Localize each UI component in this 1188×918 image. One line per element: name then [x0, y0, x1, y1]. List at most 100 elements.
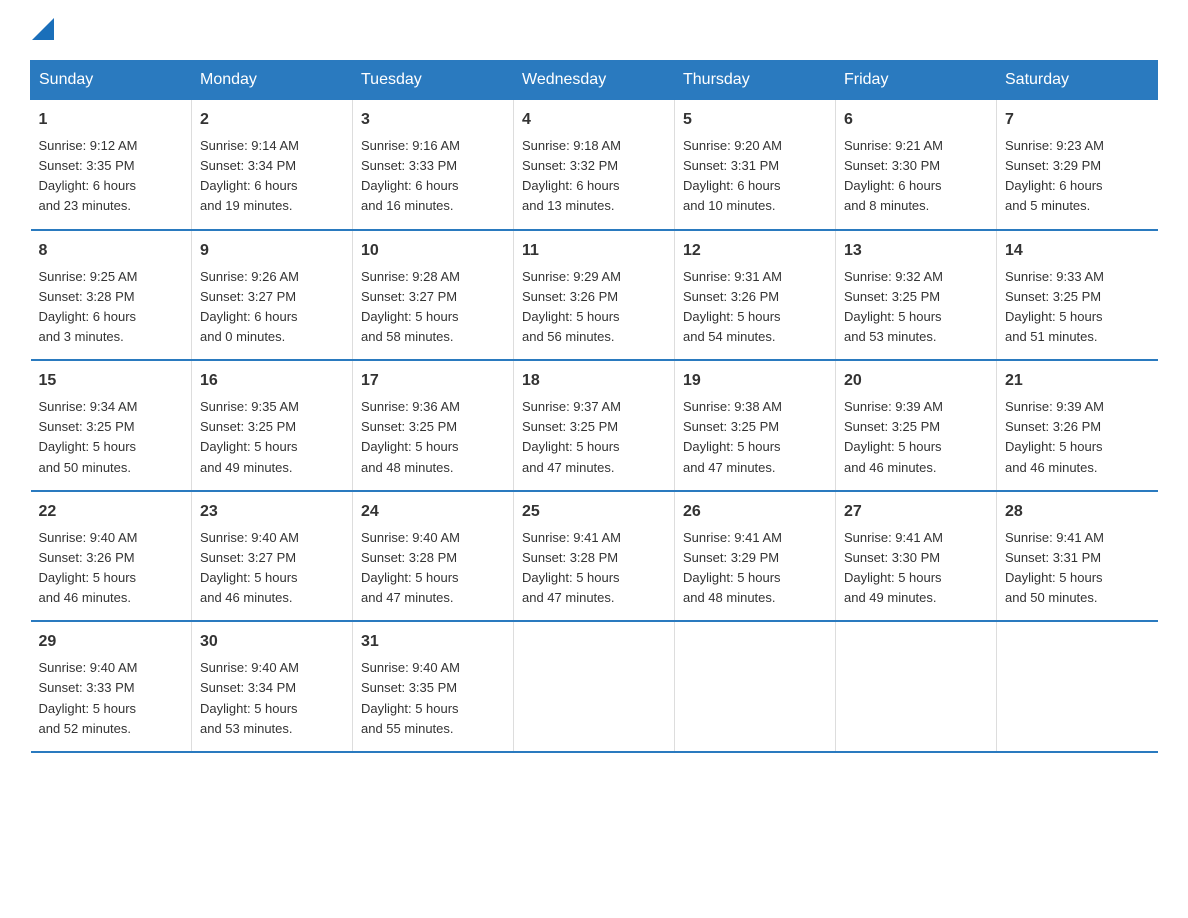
calendar-cell: 8 Sunrise: 9:25 AMSunset: 3:28 PMDaylight…: [31, 230, 192, 361]
day-info: Sunrise: 9:18 AMSunset: 3:32 PMDaylight:…: [522, 138, 621, 213]
calendar-cell: 10 Sunrise: 9:28 AMSunset: 3:27 PMDayligh…: [353, 230, 514, 361]
weekday-header-thursday: Thursday: [675, 61, 836, 100]
calendar-cell: 16 Sunrise: 9:35 AMSunset: 3:25 PMDayligh…: [192, 360, 353, 491]
day-info: Sunrise: 9:40 AMSunset: 3:35 PMDaylight:…: [361, 660, 460, 735]
day-info: Sunrise: 9:39 AMSunset: 3:26 PMDaylight:…: [1005, 399, 1104, 474]
weekday-header-sunday: Sunday: [31, 61, 192, 100]
calendar-cell: 25 Sunrise: 9:41 AMSunset: 3:28 PMDayligh…: [514, 491, 675, 622]
day-number: 13: [844, 239, 988, 263]
weekday-header-friday: Friday: [836, 61, 997, 100]
day-info: Sunrise: 9:36 AMSunset: 3:25 PMDaylight:…: [361, 399, 460, 474]
day-number: 27: [844, 500, 988, 524]
day-info: Sunrise: 9:34 AMSunset: 3:25 PMDaylight:…: [39, 399, 138, 474]
day-info: Sunrise: 9:40 AMSunset: 3:27 PMDaylight:…: [200, 530, 299, 605]
weekday-header-saturday: Saturday: [997, 61, 1158, 100]
day-number: 24: [361, 500, 505, 524]
calendar-week-row: 29 Sunrise: 9:40 AMSunset: 3:33 PMDayligh…: [31, 621, 1158, 752]
calendar-cell: 2Sunrise: 9:14 AMSunset: 3:34 PMDaylight…: [192, 100, 353, 230]
day-number: 25: [522, 500, 666, 524]
calendar-cell: 24 Sunrise: 9:40 AMSunset: 3:28 PMDayligh…: [353, 491, 514, 622]
calendar-cell: 27 Sunrise: 9:41 AMSunset: 3:30 PMDayligh…: [836, 491, 997, 622]
day-info: Sunrise: 9:40 AMSunset: 3:26 PMDaylight:…: [39, 530, 138, 605]
calendar-cell: 19 Sunrise: 9:38 AMSunset: 3:25 PMDayligh…: [675, 360, 836, 491]
day-info: Sunrise: 9:41 AMSunset: 3:28 PMDaylight:…: [522, 530, 621, 605]
calendar-cell: 18 Sunrise: 9:37 AMSunset: 3:25 PMDayligh…: [514, 360, 675, 491]
weekday-header-tuesday: Tuesday: [353, 61, 514, 100]
day-number: 4: [522, 108, 666, 132]
day-info: Sunrise: 9:41 AMSunset: 3:30 PMDaylight:…: [844, 530, 943, 605]
day-info: Sunrise: 9:40 AMSunset: 3:28 PMDaylight:…: [361, 530, 460, 605]
calendar-body: 1Sunrise: 9:12 AMSunset: 3:35 PMDaylight…: [31, 100, 1158, 752]
day-number: 14: [1005, 239, 1150, 263]
day-number: 7: [1005, 108, 1150, 132]
day-number: 30: [200, 630, 344, 654]
day-number: 28: [1005, 500, 1150, 524]
day-info: Sunrise: 9:41 AMSunset: 3:31 PMDaylight:…: [1005, 530, 1104, 605]
day-info: Sunrise: 9:28 AMSunset: 3:27 PMDaylight:…: [361, 269, 460, 344]
day-info: Sunrise: 9:40 AMSunset: 3:33 PMDaylight:…: [39, 660, 138, 735]
day-info: Sunrise: 9:25 AMSunset: 3:28 PMDaylight:…: [39, 269, 138, 344]
day-info: Sunrise: 9:29 AMSunset: 3:26 PMDaylight:…: [522, 269, 621, 344]
day-number: 12: [683, 239, 827, 263]
calendar-table: SundayMondayTuesdayWednesdayThursdayFrid…: [30, 60, 1158, 753]
calendar-cell: 14 Sunrise: 9:33 AMSunset: 3:25 PMDayligh…: [997, 230, 1158, 361]
day-number: 6: [844, 108, 988, 132]
calendar-cell: 3Sunrise: 9:16 AMSunset: 3:33 PMDaylight…: [353, 100, 514, 230]
day-info: Sunrise: 9:12 AMSunset: 3:35 PMDaylight:…: [39, 138, 138, 213]
day-info: Sunrise: 9:39 AMSunset: 3:25 PMDaylight:…: [844, 399, 943, 474]
day-info: Sunrise: 9:37 AMSunset: 3:25 PMDaylight:…: [522, 399, 621, 474]
calendar-cell: [836, 621, 997, 752]
calendar-cell: 17Sunrise: 9:36 AMSunset: 3:25 PMDayligh…: [353, 360, 514, 491]
day-info: Sunrise: 9:41 AMSunset: 3:29 PMDaylight:…: [683, 530, 782, 605]
calendar-cell: [514, 621, 675, 752]
day-number: 31: [361, 630, 505, 654]
calendar-week-row: 22 Sunrise: 9:40 AMSunset: 3:26 PMDayligh…: [31, 491, 1158, 622]
day-info: Sunrise: 9:33 AMSunset: 3:25 PMDaylight:…: [1005, 269, 1104, 344]
calendar-cell: 30 Sunrise: 9:40 AMSunset: 3:34 PMDayligh…: [192, 621, 353, 752]
day-info: Sunrise: 9:31 AMSunset: 3:26 PMDaylight:…: [683, 269, 782, 344]
calendar-week-row: 1Sunrise: 9:12 AMSunset: 3:35 PMDaylight…: [31, 100, 1158, 230]
day-number: 29: [39, 630, 184, 654]
day-info: Sunrise: 9:16 AMSunset: 3:33 PMDaylight:…: [361, 138, 460, 213]
day-number: 9: [200, 239, 344, 263]
day-number: 20: [844, 369, 988, 393]
day-number: 8: [39, 239, 184, 263]
day-number: 23: [200, 500, 344, 524]
day-number: 11: [522, 239, 666, 263]
day-info: Sunrise: 9:20 AMSunset: 3:31 PMDaylight:…: [683, 138, 782, 213]
calendar-cell: 5 Sunrise: 9:20 AMSunset: 3:31 PMDaylight…: [675, 100, 836, 230]
calendar-cell: 11 Sunrise: 9:29 AMSunset: 3:26 PMDayligh…: [514, 230, 675, 361]
calendar-cell: 29 Sunrise: 9:40 AMSunset: 3:33 PMDayligh…: [31, 621, 192, 752]
day-number: 19: [683, 369, 827, 393]
calendar-cell: 12 Sunrise: 9:31 AMSunset: 3:26 PMDayligh…: [675, 230, 836, 361]
day-info: Sunrise: 9:35 AMSunset: 3:25 PMDaylight:…: [200, 399, 299, 474]
day-info: Sunrise: 9:21 AMSunset: 3:30 PMDaylight:…: [844, 138, 943, 213]
day-info: Sunrise: 9:32 AMSunset: 3:25 PMDaylight:…: [844, 269, 943, 344]
calendar-header: SundayMondayTuesdayWednesdayThursdayFrid…: [31, 61, 1158, 100]
calendar-cell: 6 Sunrise: 9:21 AMSunset: 3:30 PMDaylight…: [836, 100, 997, 230]
day-info: Sunrise: 9:23 AMSunset: 3:29 PMDaylight:…: [1005, 138, 1104, 213]
calendar-cell: [997, 621, 1158, 752]
day-number: 22: [39, 500, 184, 524]
logo: [30, 20, 54, 40]
calendar-cell: 4 Sunrise: 9:18 AMSunset: 3:32 PMDaylight…: [514, 100, 675, 230]
day-info: Sunrise: 9:40 AMSunset: 3:34 PMDaylight:…: [200, 660, 299, 735]
day-number: 18: [522, 369, 666, 393]
day-number: 10: [361, 239, 505, 263]
logo-triangle-icon: [32, 18, 54, 40]
calendar-week-row: 8 Sunrise: 9:25 AMSunset: 3:28 PMDaylight…: [31, 230, 1158, 361]
calendar-cell: 7 Sunrise: 9:23 AMSunset: 3:29 PMDaylight…: [997, 100, 1158, 230]
calendar-cell: 13 Sunrise: 9:32 AMSunset: 3:25 PMDayligh…: [836, 230, 997, 361]
calendar-cell: 22 Sunrise: 9:40 AMSunset: 3:26 PMDayligh…: [31, 491, 192, 622]
calendar-cell: [675, 621, 836, 752]
day-number: 5: [683, 108, 827, 132]
calendar-cell: 20 Sunrise: 9:39 AMSunset: 3:25 PMDayligh…: [836, 360, 997, 491]
page-header: [30, 20, 1158, 40]
day-info: Sunrise: 9:38 AMSunset: 3:25 PMDaylight:…: [683, 399, 782, 474]
day-number: 16: [200, 369, 344, 393]
day-info: Sunrise: 9:26 AMSunset: 3:27 PMDaylight:…: [200, 269, 299, 344]
weekday-header-row: SundayMondayTuesdayWednesdayThursdayFrid…: [31, 61, 1158, 100]
day-number: 26: [683, 500, 827, 524]
calendar-cell: 31 Sunrise: 9:40 AMSunset: 3:35 PMDayligh…: [353, 621, 514, 752]
calendar-cell: 28 Sunrise: 9:41 AMSunset: 3:31 PMDayligh…: [997, 491, 1158, 622]
